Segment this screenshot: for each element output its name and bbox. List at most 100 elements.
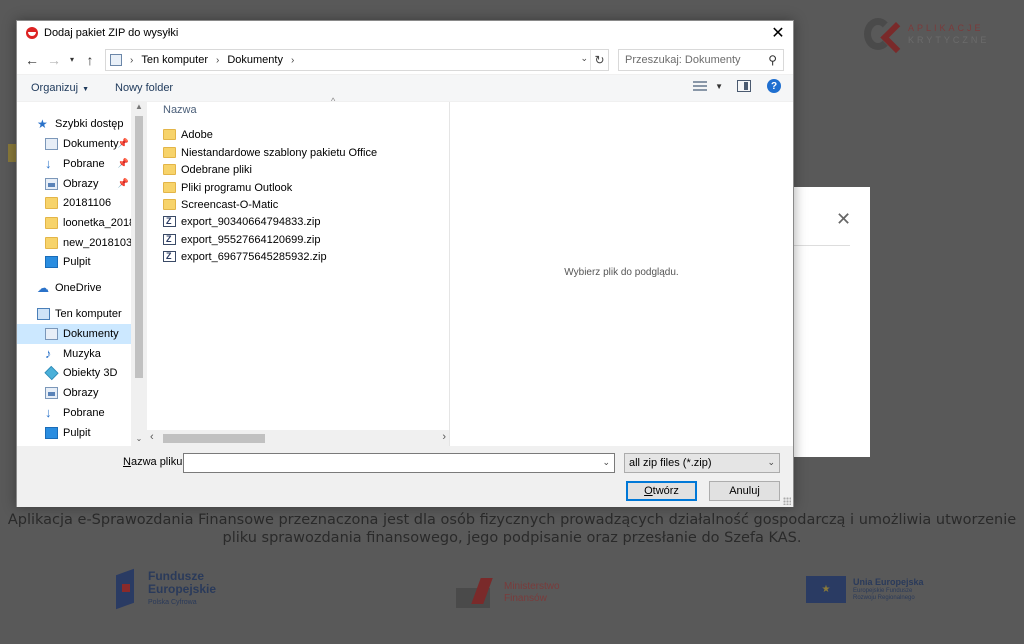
scroll-left-icon[interactable]: ‹ <box>150 431 154 443</box>
nav-item-folder-20181106[interactable]: 20181106 <box>17 193 131 213</box>
nav-item-folder-new[interactable]: new_20181031 <box>17 233 138 253</box>
zip-file-icon <box>163 216 176 227</box>
hscroll-thumb[interactable] <box>163 434 265 443</box>
fundusze-europejskie-logo: Fundusze Europejskie Polska Cyfrowa <box>114 566 216 612</box>
nav-item-quick-access[interactable]: ★ Szybki dostęp <box>17 114 131 134</box>
list-item[interactable]: Pliki programu Outlook <box>163 179 292 196</box>
nav-item-documents-pinned[interactable]: Dokumenty 📌 <box>17 134 131 154</box>
organize-button[interactable]: Organizuj ▼ <box>31 82 89 94</box>
dialog-title: Dodaj pakiet ZIP do wysyłki <box>44 27 179 39</box>
nav-item-onedrive[interactable]: ☁ OneDrive <box>17 278 131 298</box>
file-list: ^ Nazwa Adobe Niestandardowe szablony pa… <box>147 96 449 446</box>
view-dropdown-icon[interactable]: ▼ <box>715 82 723 91</box>
app-description: Aplikacja e-Sprawozdania Finansowe przez… <box>7 512 1017 546</box>
address-bar[interactable]: › Ten komputer › Dokumenty › ⌄ ↻ <box>105 49 609 71</box>
dialog-footer: Nazwa pliku: ⌄ all zip files (*.zip) ⌄ O… <box>17 446 793 507</box>
recent-locations-button[interactable]: ▾ <box>65 49 79 71</box>
command-bar: Organizuj ▼ Nowy folder ▼ ? <box>17 75 793 101</box>
logo-mark-icon <box>862 16 902 52</box>
filename-label: Nazwa pliku: <box>123 456 186 468</box>
app-logo: APLIKACJE KRYTYCZNE <box>862 16 1022 52</box>
logo-line1: APLIKACJE <box>908 23 984 33</box>
address-row: ← → ▾ ↑ › Ten komputer › Dokumenty › ⌄ ↻… <box>17 45 793 75</box>
cloud-icon: ☁ <box>37 281 49 295</box>
nav-item-this-pc[interactable]: Ten komputer <box>17 304 131 324</box>
pictures-icon <box>45 387 58 399</box>
background-edge <box>0 40 18 162</box>
breadcrumb-dokumenty[interactable]: Dokumenty <box>227 54 283 66</box>
new-folder-button[interactable]: Nowy folder <box>115 82 173 94</box>
nav-item-desktop-quick[interactable]: Pulpit <box>17 252 131 272</box>
filename-input[interactable]: ⌄ <box>183 453 615 473</box>
open-button[interactable]: Otwórz <box>626 481 697 501</box>
help-icon[interactable]: ? <box>767 79 781 93</box>
resize-grip-icon[interactable] <box>783 497 791 505</box>
logo-line2: KRYTYCZNE <box>908 35 990 45</box>
nav-scroll-thumb[interactable] <box>135 116 143 378</box>
list-item[interactable]: Adobe <box>163 126 213 143</box>
nav-item-pictures[interactable]: Obrazy <box>17 383 131 403</box>
chevron-down-icon: ▼ <box>82 86 90 93</box>
breadcrumb-chevron-icon[interactable]: › <box>291 55 294 66</box>
chevron-down-icon[interactable]: ⌄ <box>602 457 610 468</box>
sort-caret-icon: ^ <box>331 96 336 106</box>
nav-item-downloads-pinned[interactable]: ↓ Pobrane 📌 <box>17 154 131 174</box>
nav-item-pictures-pinned[interactable]: Obrazy 📌 <box>17 174 131 194</box>
preview-pane: Wybierz plik do podglądu. <box>450 102 793 446</box>
file-type-select[interactable]: all zip files (*.zip) ⌄ <box>624 453 780 473</box>
download-icon: ↓ <box>45 405 52 420</box>
scroll-up-icon[interactable]: ▲ <box>131 102 147 114</box>
back-button[interactable]: ← <box>21 49 43 71</box>
nav-item-downloads[interactable]: ↓ Pobrane <box>17 403 131 423</box>
star-icon: ★ <box>37 117 48 131</box>
search-box[interactable]: ⚲ <box>618 49 784 71</box>
nav-item-music[interactable]: ♪ Muzyka <box>17 344 131 364</box>
nav-item-folder-loonetka[interactable]: loonetka_2018103 <box>17 213 147 233</box>
chevron-down-icon: ⌄ <box>767 457 775 467</box>
scroll-right-icon[interactable]: › <box>442 431 446 443</box>
app-icon <box>26 27 38 39</box>
dialog-titlebar[interactable]: Dodaj pakiet ZIP do wysyłki ✕ <box>17 21 793 45</box>
desktop-icon <box>45 427 58 439</box>
nav-item-documents[interactable]: Dokumenty <box>17 324 131 344</box>
close-button[interactable]: ✕ <box>763 21 793 45</box>
nav-item-3d-objects[interactable]: Obiekty 3D <box>17 363 131 383</box>
folder-icon <box>163 182 176 193</box>
nav-item-desktop[interactable]: Pulpit <box>17 423 131 443</box>
list-item[interactable]: export_95527664120699.zip <box>163 231 320 248</box>
file-open-dialog: Dodaj pakiet ZIP do wysyłki ✕ ← → ▾ ↑ › … <box>16 20 794 507</box>
scroll-down-icon[interactable]: ⌄ <box>131 434 147 446</box>
search-icon[interactable]: ⚲ <box>768 53 777 67</box>
list-item[interactable]: Odebrane pliki <box>163 161 252 178</box>
modal-close-icon[interactable]: ✕ <box>836 209 851 230</box>
breadcrumb-chevron-icon[interactable]: › <box>130 55 133 66</box>
cancel-button[interactable]: Anuluj <box>709 481 780 501</box>
background-modal: ✕ <box>790 187 870 457</box>
forward-button[interactable]: → <box>43 49 65 71</box>
column-header-name[interactable]: Nazwa <box>163 104 197 116</box>
ministerstwo-finansow-logo: Ministerstwo Finansów <box>456 578 560 608</box>
breadcrumb-ten-komputer[interactable]: Ten komputer <box>141 54 208 66</box>
nav-scrollbar[interactable]: ▲ ⌄ <box>131 102 147 446</box>
unia-europejska-logo: ★ Unia Europejska Europejskie Fundusze R… <box>806 576 924 603</box>
list-item[interactable]: export_90340664794833.zip <box>163 213 320 230</box>
search-input[interactable] <box>625 51 765 69</box>
breadcrumb-chevron-icon[interactable]: › <box>216 55 219 66</box>
up-arrow-icon: ↑ <box>86 51 94 68</box>
folder-icon <box>163 199 176 210</box>
preview-pane-icon[interactable] <box>737 80 751 92</box>
list-item[interactable]: export_696775645285932.zip <box>163 248 327 265</box>
music-icon: ♪ <box>45 346 52 361</box>
address-dropdown-icon[interactable]: ⌄ <box>580 53 588 64</box>
up-button[interactable]: ↑ <box>79 49 101 71</box>
refresh-button[interactable]: ↻ <box>590 50 608 70</box>
file-list-hscrollbar[interactable]: ‹ › <box>147 430 449 446</box>
list-item[interactable]: Niestandardowe szablony pakietu Office <box>163 144 377 161</box>
computer-icon <box>37 308 50 320</box>
preview-placeholder: Wybierz plik do podglądu. <box>564 267 679 278</box>
view-options-icon[interactable] <box>693 80 708 92</box>
chevron-down-icon: ▾ <box>69 55 74 64</box>
list-item[interactable]: Screencast-O-Matic <box>163 196 278 213</box>
close-icon: ✕ <box>771 25 785 42</box>
folder-icon <box>163 147 176 158</box>
